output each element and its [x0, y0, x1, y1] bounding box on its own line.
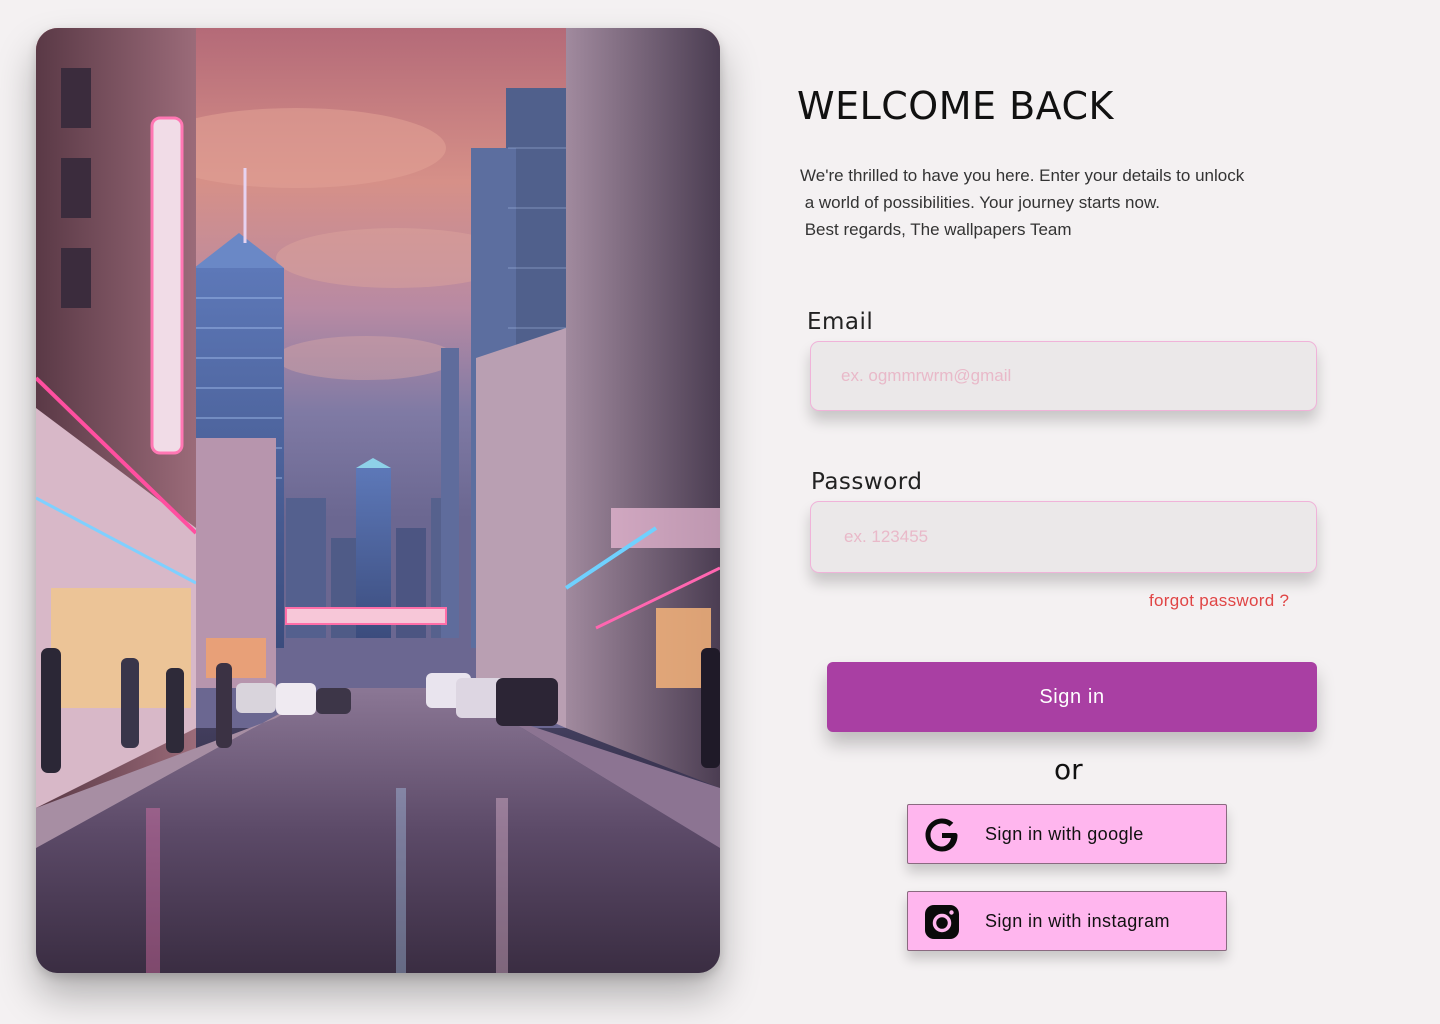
google-icon	[923, 816, 961, 854]
password-label: Password	[811, 469, 923, 495]
hero-image	[36, 28, 720, 973]
intro-line-3: Best regards, The wallpapers Team	[800, 220, 1072, 239]
forgot-password-link[interactable]: forgot password ?	[1149, 591, 1289, 611]
city-street-illustration	[36, 28, 720, 973]
email-field[interactable]	[810, 341, 1317, 411]
intro-line-2: a world of possibilities. Your journey s…	[800, 193, 1161, 212]
google-sign-in-button[interactable]: Sign in with google	[907, 804, 1227, 864]
instagram-icon	[923, 903, 961, 941]
intro-line-1: We're thrilled to have you here. Enter y…	[800, 166, 1245, 185]
or-divider: or	[1054, 753, 1083, 786]
instagram-sign-in-label: Sign in with instagram	[985, 911, 1170, 931]
sign-in-button[interactable]: Sign in	[827, 662, 1317, 732]
intro-text: We're thrilled to have you here. Enter y…	[800, 162, 1244, 243]
instagram-sign-in-button[interactable]: Sign in with instagram	[907, 891, 1227, 951]
password-field[interactable]	[810, 501, 1317, 573]
email-label: Email	[807, 309, 874, 335]
google-sign-in-label: Sign in with google	[985, 824, 1144, 844]
page-title: WELCOME BACK	[797, 84, 1114, 128]
